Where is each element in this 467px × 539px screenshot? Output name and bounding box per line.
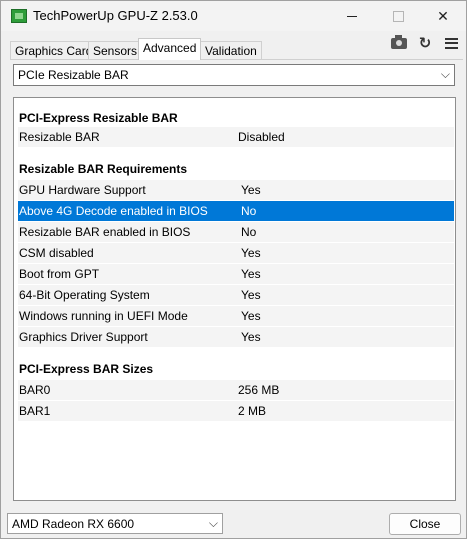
section-header: PCI-Express Resizable BAR — [18, 108, 454, 128]
section-dropdown-value: PCIe Resizable BAR — [18, 68, 129, 82]
row-label: Above 4G Decode enabled in BIOS — [19, 204, 208, 218]
list-item[interactable]: Windows running in UEFI Mode Yes — [18, 306, 454, 326]
row-label: CSM disabled — [19, 246, 94, 260]
refresh-icon[interactable]: ↻ — [415, 34, 435, 52]
section-dropdown[interactable]: PCIe Resizable BAR ⌵ — [13, 64, 455, 86]
row-value: Yes — [241, 330, 261, 344]
chevron-down-icon: ⌵ — [208, 516, 218, 530]
list-item[interactable]: Resizable BAR Disabled — [18, 127, 454, 147]
row-value: No — [241, 225, 257, 239]
gpuz-window: TechPowerUp GPU-Z 2.53.0 ✕ Graphics Card… — [0, 0, 467, 539]
list-item[interactable]: Graphics Driver Support Yes — [18, 327, 454, 347]
list-item[interactable]: Boot from GPT Yes — [18, 264, 454, 284]
menu-icon[interactable] — [441, 34, 461, 52]
tab-graphics-card[interactable]: Graphics Card — [10, 41, 98, 59]
close-button[interactable]: Close — [389, 513, 461, 535]
section-header: Resizable BAR Requirements — [18, 159, 454, 179]
row-value: Yes — [241, 183, 261, 197]
list-item[interactable]: 64-Bit Operating System Yes — [18, 285, 454, 305]
close-icon: ✕ — [437, 7, 449, 24]
tab-divider — [10, 59, 463, 60]
details-panel: PCI-Express Resizable BAR Resizable BAR … — [13, 97, 456, 501]
row-label: Boot from GPT — [19, 267, 100, 281]
row-label: Windows running in UEFI Mode — [19, 309, 188, 323]
list-item[interactable]: GPU Hardware Support Yes — [18, 180, 454, 200]
row-value: Yes — [241, 267, 261, 281]
chevron-down-icon: ⌵ — [440, 67, 450, 81]
row-value: 2 MB — [238, 404, 267, 418]
window-title: TechPowerUp GPU-Z 2.53.0 — [33, 8, 198, 23]
list-item-selected[interactable]: Above 4G Decode enabled in BIOS No — [18, 201, 454, 221]
tab-sensors[interactable]: Sensors — [88, 41, 143, 59]
tab-advanced[interactable]: Advanced — [138, 38, 202, 60]
row-label: Graphics Driver Support — [19, 330, 148, 344]
row-label: BAR0 — [19, 383, 51, 397]
list-item[interactable]: BAR1 2 MB — [18, 401, 454, 421]
row-label: 64-Bit Operating System — [19, 288, 150, 302]
row-label: BAR1 — [19, 404, 51, 418]
row-value: Yes — [241, 288, 261, 302]
maximize-icon — [392, 10, 404, 22]
tab-validation[interactable]: Validation — [200, 41, 262, 59]
list-item[interactable]: BAR0 256 MB — [18, 380, 454, 400]
maximize-button[interactable] — [375, 1, 421, 31]
gpuz-app-icon — [11, 9, 27, 23]
row-value: Disabled — [238, 130, 285, 144]
section-header: PCI-Express BAR Sizes — [18, 359, 454, 379]
gpu-select-value: AMD Radeon RX 6600 — [12, 517, 135, 531]
row-value: Yes — [241, 309, 261, 323]
section-title: PCI-Express Resizable BAR — [19, 111, 178, 125]
list-item[interactable]: Resizable BAR enabled in BIOS No — [18, 222, 454, 242]
row-value: No — [241, 204, 257, 218]
minimize-icon — [347, 15, 357, 17]
title-bar[interactable]: TechPowerUp GPU-Z 2.53.0 ✕ — [1, 1, 466, 31]
gpu-select-dropdown[interactable]: AMD Radeon RX 6600 ⌵ — [7, 513, 223, 534]
row-value: 256 MB — [238, 383, 280, 397]
row-value: Yes — [241, 246, 261, 260]
camera-icon[interactable] — [389, 34, 409, 52]
list-item[interactable]: CSM disabled Yes — [18, 243, 454, 263]
close-window-button[interactable]: ✕ — [420, 1, 466, 31]
row-label: GPU Hardware Support — [19, 183, 146, 197]
section-title: Resizable BAR Requirements — [19, 162, 188, 176]
minimize-button[interactable] — [329, 1, 375, 31]
row-label: Resizable BAR — [19, 130, 100, 144]
section-title: PCI-Express BAR Sizes — [19, 362, 154, 376]
row-label: Resizable BAR enabled in BIOS — [19, 225, 191, 239]
